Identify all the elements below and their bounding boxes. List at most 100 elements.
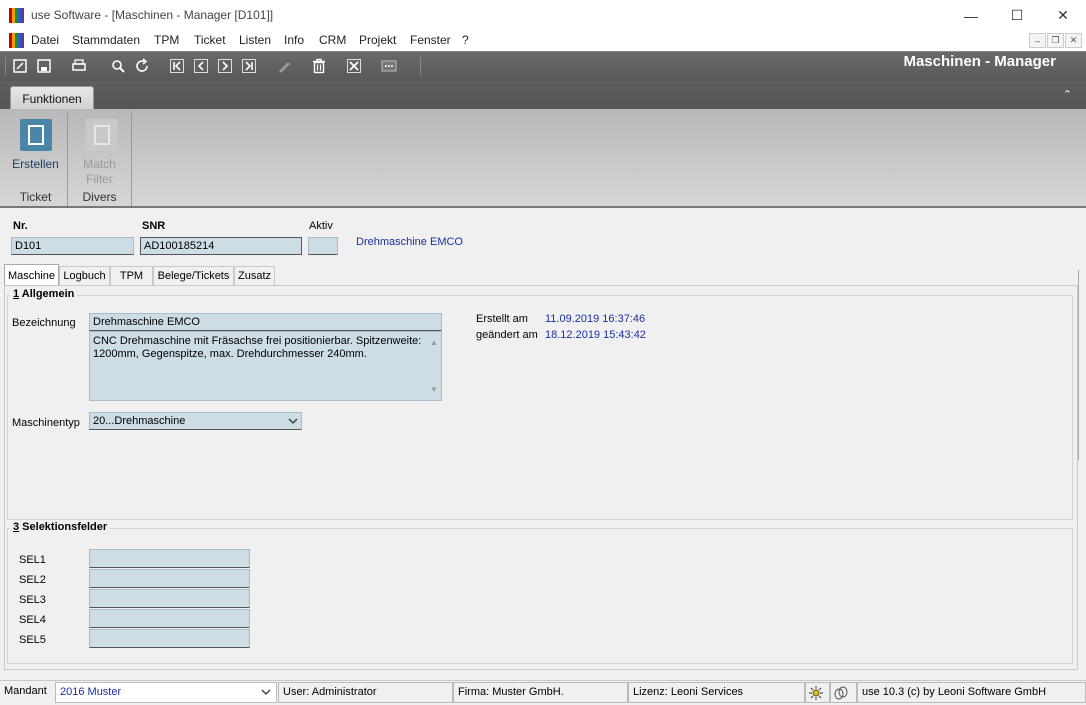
maschinentyp-select[interactable]: 20...Drehmaschine — [89, 412, 302, 430]
ribbon-collapse-icon[interactable]: ⌃ — [1063, 88, 1072, 101]
last-record-icon[interactable] — [240, 57, 258, 75]
machine-name-display: Drehmaschine EMCO — [356, 236, 463, 248]
mandant-chevron-down-icon[interactable] — [259, 685, 273, 699]
tab-logbuch[interactable]: Logbuch — [59, 266, 110, 285]
menu-datei[interactable]: Datei — [31, 33, 59, 47]
notification-icon[interactable] — [805, 682, 830, 703]
mdi-restore-button[interactable]: ❐ — [1047, 33, 1064, 48]
refresh-icon[interactable] — [133, 57, 151, 75]
mdi-close-button[interactable]: ✕ — [1065, 33, 1082, 48]
scroll-down-icon[interactable]: ▼ — [430, 383, 438, 396]
ribbon-group-label-ticket: Ticket — [19, 190, 52, 204]
status-firma: Firma: Muster GmbH. — [453, 682, 628, 703]
sel2-field[interactable] — [89, 569, 250, 588]
create-ticket-button[interactable]: Erstellen — [4, 111, 67, 179]
app-logo-icon — [9, 8, 24, 23]
ribbon-panel — [0, 109, 1086, 208]
nr-label: Nr. — [13, 220, 28, 232]
sel3-label: SEL3 — [19, 594, 46, 606]
tab-tpm[interactable]: TPM — [110, 266, 153, 285]
menu-crm[interactable]: CRM — [319, 33, 346, 47]
erstellt-label: Erstellt am — [476, 313, 528, 325]
new-icon[interactable] — [11, 57, 29, 75]
ribbon-tab-bar — [0, 81, 1086, 109]
close-button[interactable]: ✕ — [1040, 0, 1086, 31]
match-filter-icon — [86, 119, 118, 151]
erstellt-value: 11.09.2019 16:37:46 — [545, 313, 646, 325]
window-title: use Software - [Maschinen - Manager [D10… — [31, 8, 274, 22]
match-filter-label-line1: Match — [83, 157, 116, 171]
more-icon[interactable] — [380, 57, 398, 75]
allgemein-title-text: Allgemein — [19, 288, 75, 300]
edit-icon-disabled — [275, 57, 293, 75]
tab-funktionen[interactable]: Funktionen — [10, 86, 94, 110]
maximize-button[interactable]: ☐ — [994, 0, 1040, 31]
toolbar-separator — [420, 57, 421, 75]
geaendert-value: 18.12.2019 15:43:42 — [545, 329, 646, 341]
search-icon[interactable] — [109, 57, 127, 75]
first-record-icon[interactable] — [168, 57, 186, 75]
menu-ticket[interactable]: Ticket — [194, 33, 226, 47]
splitter-handle[interactable] — [1078, 270, 1086, 460]
connection-icon[interactable] — [830, 682, 857, 703]
toolbar-grip — [5, 57, 6, 75]
maschinentyp-label: Maschinentyp — [12, 417, 80, 429]
aktiv-label: Aktiv — [309, 220, 333, 232]
chevron-down-icon[interactable] — [286, 414, 300, 428]
menu-fenster[interactable]: Fenster — [410, 33, 451, 47]
mandant-label: Mandant — [0, 682, 55, 703]
description-scrollbar[interactable]: ▲ ▼ — [427, 332, 441, 400]
print-icon[interactable] — [70, 57, 88, 75]
match-filter-label-line2: Filter — [86, 172, 113, 186]
menu-info[interactable]: Info — [284, 33, 304, 47]
menu-tpm[interactable]: TPM — [154, 33, 179, 47]
tab-belege-tickets[interactable]: Belege/Tickets — [153, 266, 234, 285]
bezeichnung-field[interactable]: Drehmaschine EMCO — [89, 313, 442, 331]
mandant-select[interactable]: 2016 Muster — [55, 682, 277, 703]
aktiv-field[interactable] — [308, 237, 338, 255]
snr-label: SNR — [142, 220, 166, 232]
prev-record-icon[interactable] — [192, 57, 210, 75]
nr-field[interactable]: D101 — [11, 237, 134, 255]
tab-maschine[interactable]: Maschine — [4, 264, 59, 286]
sel3-field[interactable] — [89, 589, 250, 608]
bezeichnung-label: Bezeichnung — [12, 317, 76, 329]
geaendert-label: geändert am — [476, 329, 538, 341]
sel4-label: SEL4 — [19, 614, 46, 626]
minimize-button[interactable]: — — [948, 0, 994, 31]
ribbon-group-ticket: Erstellen Ticket — [4, 111, 68, 206]
snr-field[interactable]: AD100185214 — [140, 237, 302, 255]
selektion-title: 3 Selektionsfelder — [10, 521, 111, 533]
mandant-value: 2016 Muster — [60, 686, 122, 698]
menu-help[interactable]: ? — [462, 33, 469, 47]
sel2-label: SEL2 — [19, 574, 46, 586]
sel1-label: SEL1 — [19, 554, 46, 566]
status-user: User: Administrator — [278, 682, 453, 703]
description-textarea[interactable]: CNC Drehmaschine mit Fräsachse frei posi… — [89, 331, 442, 401]
mdi-minimize-button[interactable]: – — [1029, 33, 1046, 48]
ribbon-group-divers: Match Filter Divers — [68, 111, 132, 206]
description-text: CNC Drehmaschine mit Fräsachse frei posi… — [93, 335, 422, 360]
tab-zusatz[interactable]: Zusatz — [234, 266, 275, 285]
selektion-title-text: Selektionsfelder — [19, 521, 108, 533]
scroll-up-icon[interactable]: ▲ — [430, 336, 438, 349]
allgemein-title: 1 Allgemein — [10, 288, 78, 300]
mdi-child-icon[interactable] — [9, 33, 24, 48]
create-ticket-label: Erstellen — [12, 157, 59, 171]
ribbon-group-label-divers: Divers — [82, 190, 117, 204]
menu-projekt[interactable]: Projekt — [359, 33, 396, 47]
sel5-label: SEL5 — [19, 634, 46, 646]
status-lizenz: Lizenz: Leoni Services — [628, 682, 805, 703]
sel1-field[interactable] — [89, 549, 250, 568]
save-icon[interactable] — [35, 57, 53, 75]
maschinentyp-value: 20...Drehmaschine — [93, 415, 186, 427]
cancel-icon[interactable] — [345, 57, 363, 75]
menu-listen[interactable]: Listen — [239, 33, 271, 47]
delete-icon[interactable] — [310, 57, 328, 75]
sel4-field[interactable] — [89, 609, 250, 628]
menu-stammdaten[interactable]: Stammdaten — [72, 33, 140, 47]
create-ticket-icon — [20, 119, 52, 151]
match-filter-button: Match Filter — [68, 111, 131, 189]
next-record-icon[interactable] — [216, 57, 234, 75]
sel5-field[interactable] — [89, 629, 250, 648]
